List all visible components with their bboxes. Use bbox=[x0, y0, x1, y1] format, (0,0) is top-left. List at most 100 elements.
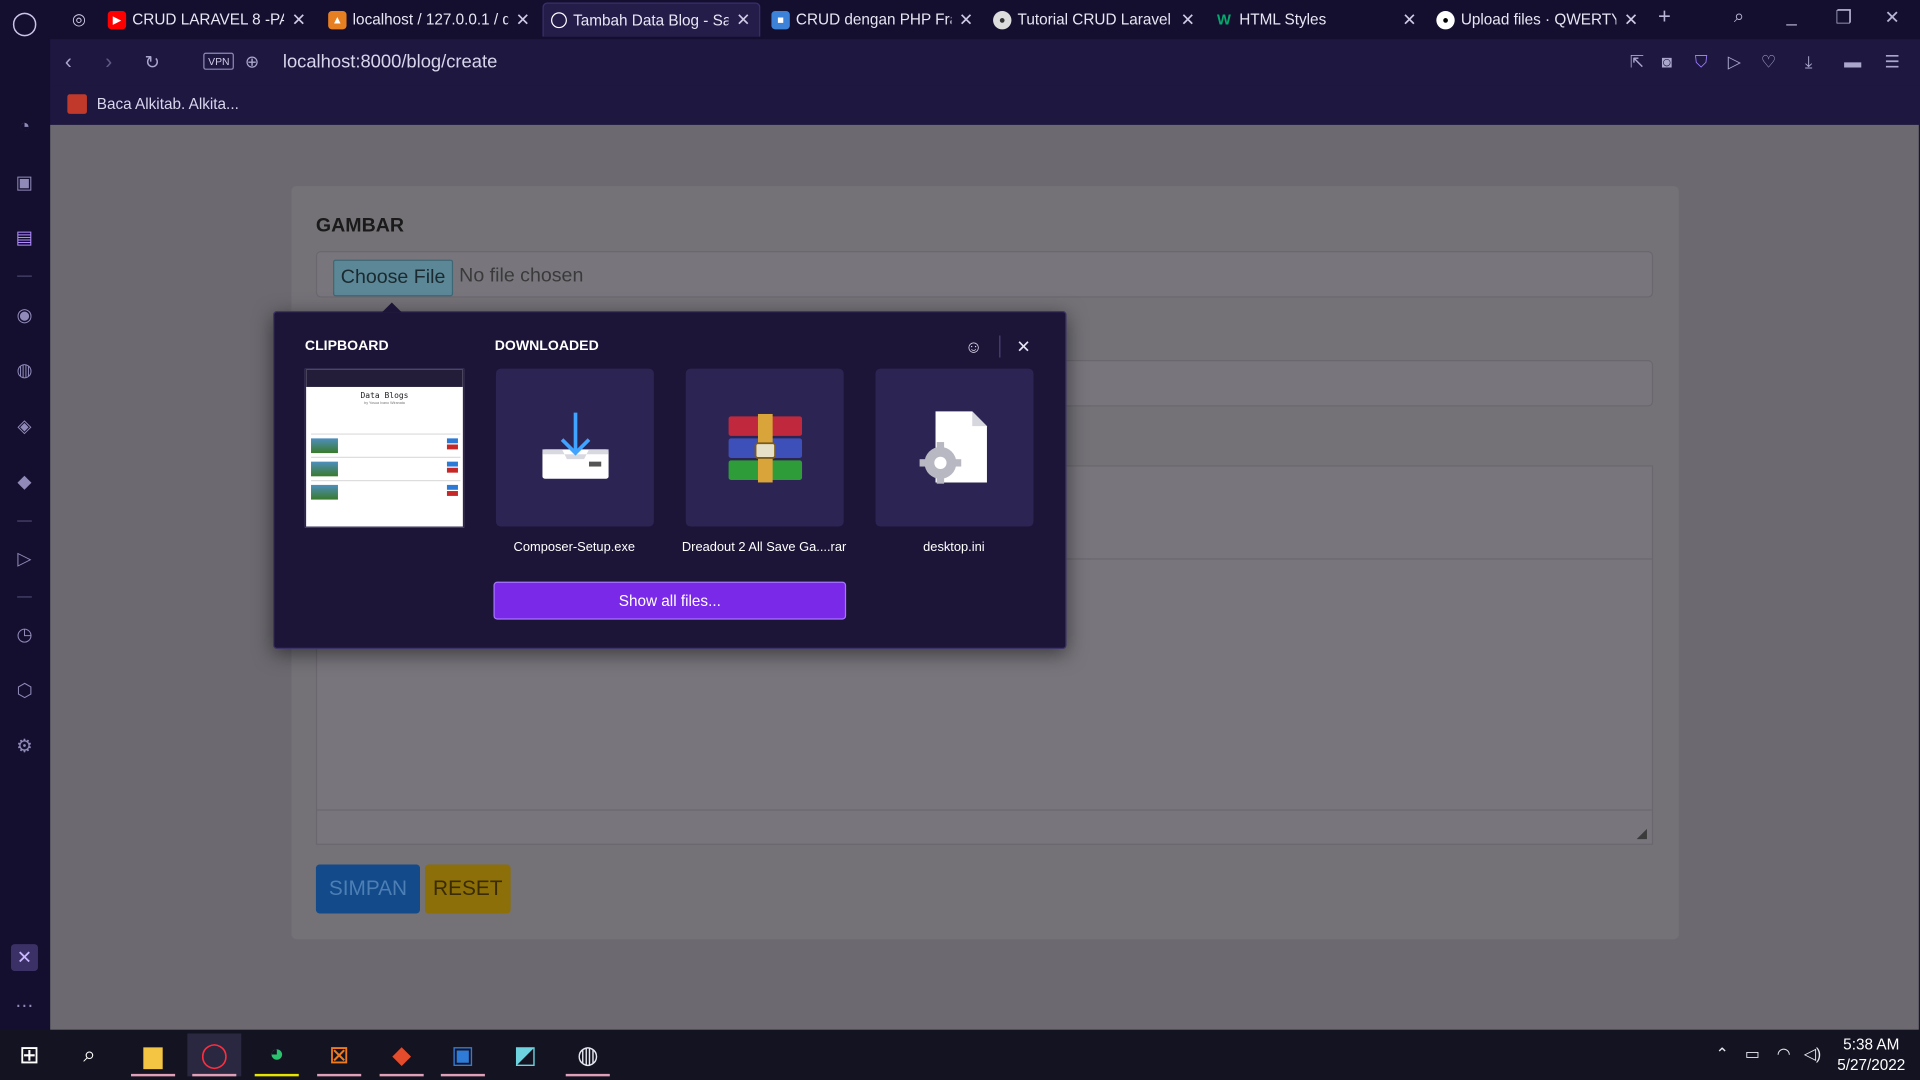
show-hidden-icons-chevron-icon[interactable]: ⌃ bbox=[1716, 1044, 1729, 1064]
download-tray-icon bbox=[541, 412, 608, 479]
notepad-icon[interactable]: ◩ bbox=[498, 1033, 552, 1076]
portrait-icon: ■ bbox=[771, 10, 790, 29]
restore-icon[interactable]: ❐ bbox=[1836, 6, 1852, 28]
minimize-icon[interactable]: _ bbox=[1787, 6, 1797, 27]
windows-taskbar: ⊞ ⌕ ▆ ◯ ◕ ⊠ ◆ ▣ ◩ ◍ ⌃ ▭ ◠ ◁) 5:38 AM 5/2… bbox=[0, 1029, 1920, 1080]
sidebar-divider bbox=[17, 520, 32, 522]
opera-sidebar: ◯ ◔ ▣ ▤ ◉ ◍ ◈ ◆ ▷ ◷ ⬡ ⚙ ✕ ⋯ bbox=[0, 0, 51, 1030]
settings-gear-icon[interactable]: ⚙ bbox=[11, 732, 38, 759]
whatsapp-icon[interactable]: ◍ bbox=[11, 356, 38, 383]
opera-taskbar-icon[interactable]: ◯ bbox=[187, 1033, 242, 1077]
twitter-icon[interactable]: ◆ bbox=[11, 468, 38, 495]
forward-icon[interactable]: › bbox=[105, 50, 112, 74]
simpan-button[interactable]: SIMPAN bbox=[315, 864, 421, 914]
search-tabs-icon[interactable]: ⌕ bbox=[1734, 6, 1744, 27]
globe-icon bbox=[551, 12, 567, 29]
close-popup-icon[interactable]: ✕ bbox=[1016, 337, 1030, 358]
tab-5[interactable]: W HTML Styles ✕ bbox=[1207, 2, 1425, 36]
color-app-icon[interactable]: ◕ bbox=[250, 1033, 304, 1077]
close-tab-icon[interactable]: ✕ bbox=[735, 10, 752, 31]
phpmyadmin-icon: ▲ bbox=[328, 10, 347, 29]
bookmark-heart-icon[interactable]: ♡ bbox=[1761, 51, 1776, 72]
close-tab-icon[interactable]: ✕ bbox=[514, 9, 531, 30]
more-options-icon[interactable]: ⋯ bbox=[11, 992, 38, 1019]
search-icon[interactable]: ⌕ bbox=[62, 1033, 116, 1076]
volume-icon[interactable]: ◁) bbox=[1804, 1044, 1822, 1064]
snapshot-camera-icon[interactable]: ◙ bbox=[1662, 51, 1672, 71]
site-info-globe-icon[interactable]: ⊕ bbox=[245, 51, 259, 72]
windows-start-icon[interactable]: ⊞ bbox=[2, 1033, 56, 1076]
emoji-icon[interactable]: ☺ bbox=[965, 337, 983, 357]
bookmark-item[interactable]: Baca Alkitab. Alkita... bbox=[67, 94, 239, 114]
tab-4[interactable]: ● Tutorial CRUD Laravel 8 ✕ bbox=[986, 2, 1204, 36]
file-explorer-icon[interactable]: ▆ bbox=[126, 1033, 180, 1077]
share-icon[interactable]: ⇱ bbox=[1630, 51, 1644, 72]
thumbnail-subtitle: by Yosua Ivano Wiranata bbox=[364, 400, 405, 406]
show-all-files-button[interactable]: Show all files... bbox=[493, 581, 847, 620]
chat-icon: ● bbox=[993, 10, 1012, 29]
editor-window-icon[interactable]: ▣ bbox=[436, 1033, 490, 1077]
git-icon[interactable]: ◆ bbox=[375, 1033, 429, 1077]
messenger-icon[interactable]: ◉ bbox=[11, 301, 38, 328]
player-icon[interactable]: ▷ bbox=[11, 545, 38, 572]
clipboard-thumbnail[interactable]: Data Blogs by Yosua Ivano Wiranata bbox=[304, 368, 465, 528]
tab-strip: ◎ ▶ CRUD LARAVEL 8 -PAR ✕ ▲ localhost / … bbox=[50, 0, 1920, 40]
clock[interactable]: 5:38 AM 5/27/2022 bbox=[1837, 1035, 1905, 1077]
thumbnail-row bbox=[311, 456, 461, 477]
wifi-icon[interactable]: ◠ bbox=[1777, 1044, 1791, 1064]
download-card-composer[interactable] bbox=[495, 368, 654, 527]
tab-6[interactable]: ● Upload files · QWERTY- ✕ bbox=[1429, 2, 1647, 36]
reset-button[interactable]: RESET bbox=[424, 864, 511, 914]
download-name: Dreadout 2 All Save Ga....rar bbox=[681, 540, 847, 555]
close-tab-icon[interactable]: ✕ bbox=[290, 9, 307, 30]
reload-icon[interactable]: ↻ bbox=[144, 51, 159, 74]
tab-title: Upload files · QWERTY- bbox=[1460, 11, 1617, 29]
opera-logo-icon[interactable]: ◯ bbox=[11, 10, 38, 37]
extensions-icon[interactable]: ⬡ bbox=[11, 677, 38, 704]
close-tab-icon[interactable]: ✕ bbox=[1179, 9, 1196, 30]
paint-icon[interactable]: ◍ bbox=[561, 1033, 615, 1077]
close-tab-icon[interactable]: ✕ bbox=[958, 9, 975, 30]
download-card-rar[interactable] bbox=[685, 368, 844, 527]
clock-time: 5:38 AM bbox=[1843, 1035, 1900, 1054]
close-tab-icon[interactable]: ✕ bbox=[1401, 9, 1418, 30]
easy-setup-icon[interactable]: ☰ bbox=[1885, 51, 1900, 72]
history-icon[interactable]: ◷ bbox=[11, 621, 38, 648]
close-window-icon[interactable]: ✕ bbox=[1885, 6, 1900, 28]
speed-dial-icon[interactable]: ◔ bbox=[11, 113, 38, 140]
sidebar-divider bbox=[17, 275, 32, 277]
close-tab-icon[interactable]: ✕ bbox=[1622, 9, 1639, 30]
tab-0[interactable]: ▶ CRUD LARAVEL 8 -PAR ✕ bbox=[100, 2, 314, 36]
new-tab-plus-icon[interactable]: + bbox=[1658, 4, 1671, 30]
send-icon[interactable]: ▷ bbox=[1728, 51, 1741, 72]
telegram-icon[interactable]: ◈ bbox=[11, 413, 38, 440]
download-name: desktop.ini bbox=[923, 540, 985, 555]
twitch-icon[interactable]: ▤ bbox=[11, 224, 38, 251]
vpn-badge[interactable]: VPN bbox=[203, 52, 235, 70]
file-input[interactable]: Choose File No file chosen bbox=[315, 251, 1654, 298]
tab-3[interactable]: ■ CRUD dengan PHP Fra ✕ bbox=[764, 2, 982, 36]
settings-file-icon bbox=[918, 410, 987, 484]
url-field[interactable]: localhost:8000/blog/create bbox=[283, 51, 497, 72]
choose-file-button[interactable]: Choose File bbox=[333, 259, 454, 297]
tab-1[interactable]: ▲ localhost / 127.0.0.1 / d ✕ bbox=[321, 2, 539, 36]
tab-2-active[interactable]: Tambah Data Blog - Sa ✕ bbox=[542, 2, 761, 37]
battery-saver-icon[interactable]: ▬ bbox=[1844, 51, 1861, 71]
no-file-text: No file chosen bbox=[459, 265, 584, 287]
back-icon[interactable]: ‹ bbox=[65, 50, 72, 74]
adblock-shield-icon[interactable]: ⛉ bbox=[1695, 51, 1708, 72]
resize-handle-icon[interactable]: ◢ bbox=[1637, 825, 1647, 842]
download-card-ini[interactable] bbox=[875, 368, 1034, 527]
workspaces-icon[interactable]: ▣ bbox=[11, 169, 38, 196]
tab-title: HTML Styles bbox=[1239, 11, 1327, 29]
popup-arrow bbox=[382, 302, 402, 313]
screen: ◯ ◔ ▣ ▤ ◉ ◍ ◈ ◆ ▷ ◷ ⬡ ⚙ ✕ ⋯ ◎ ▶ CRUD LAR… bbox=[0, 0, 1920, 1080]
tab-menu-icon[interactable]: ◎ bbox=[62, 2, 99, 36]
battery-icon[interactable]: ▭ bbox=[1745, 1044, 1760, 1064]
file-picker-popup: CLIPBOARD DOWNLOADED ☺ ✕ Data Blogs by Y… bbox=[273, 302, 1067, 649]
crypto-wallet-icon[interactable]: ✕ bbox=[11, 944, 38, 972]
xampp-icon[interactable]: ⊠ bbox=[312, 1033, 366, 1077]
downloads-icon[interactable]: ⤓ bbox=[1805, 51, 1813, 72]
tab-title: Tambah Data Blog - Sa bbox=[573, 11, 729, 29]
tab-title: Tutorial CRUD Laravel 8 bbox=[1017, 11, 1174, 29]
